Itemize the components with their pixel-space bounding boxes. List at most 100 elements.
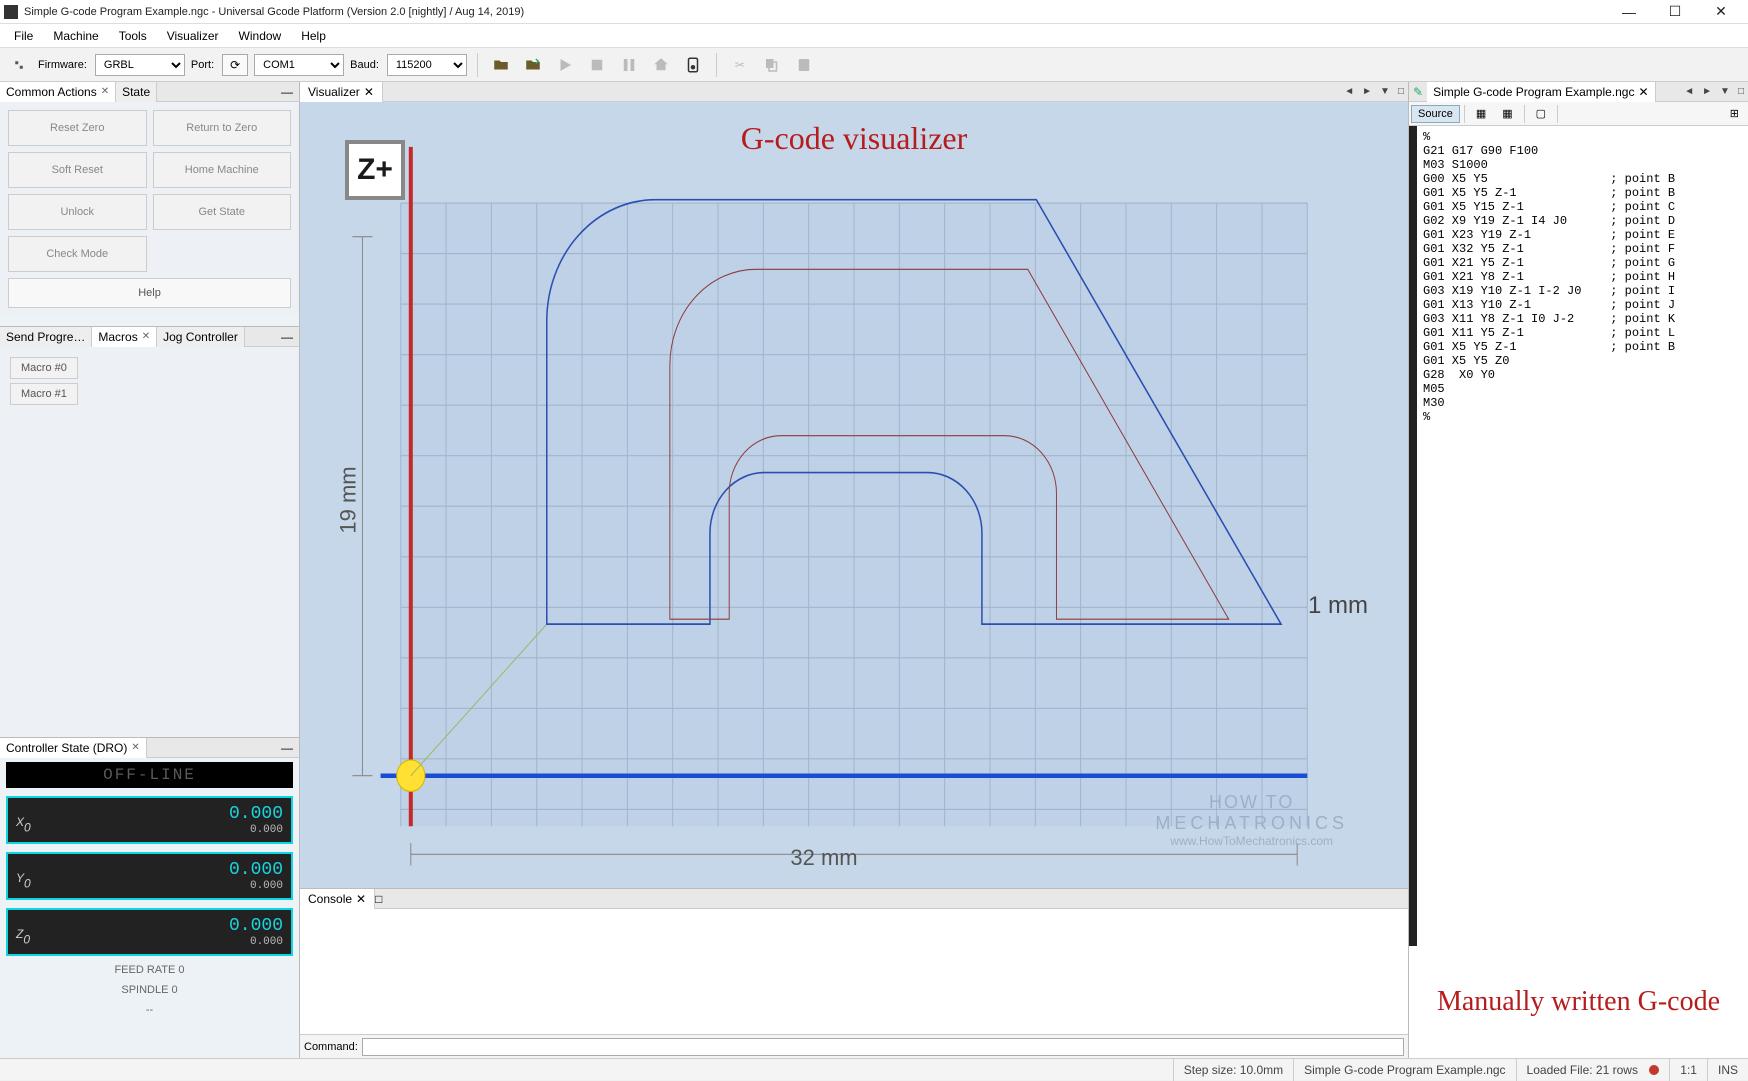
return-to-zero-button[interactable]: Return to Zero bbox=[153, 110, 292, 146]
macro-1-button[interactable]: Macro #1 bbox=[10, 383, 78, 405]
baud-label: Baud: bbox=[350, 59, 379, 71]
window-close-button[interactable]: ✕ bbox=[1698, 1, 1744, 23]
dro-z-row[interactable]: Z0 0.0000.000 bbox=[6, 908, 293, 956]
tab-console[interactable]: Console✕ bbox=[300, 889, 375, 909]
copy-icon[interactable] bbox=[759, 52, 785, 78]
tab-dropdown-icon[interactable]: ▼ bbox=[1376, 86, 1394, 97]
z-plus-button[interactable]: Z+ bbox=[345, 140, 405, 200]
tab-nav-prev-icon[interactable]: ◄ bbox=[1680, 86, 1698, 97]
close-icon[interactable]: ✕ bbox=[356, 892, 366, 906]
home-icon[interactable] bbox=[648, 52, 674, 78]
tab-jog-controller[interactable]: Jog Controller bbox=[157, 327, 245, 347]
command-input[interactable] bbox=[362, 1038, 1404, 1056]
port-label: Port: bbox=[191, 59, 214, 71]
editor-btn-2[interactable]: ▦ bbox=[1495, 104, 1519, 123]
close-icon[interactable]: ✕ bbox=[131, 742, 139, 753]
gcode-editor[interactable]: % G21 G17 G90 F100 M03 S1000 G00 X5 Y5 ;… bbox=[1409, 126, 1748, 946]
editor-btn-3[interactable]: ▢ bbox=[1529, 104, 1553, 123]
pendant-icon[interactable] bbox=[680, 52, 706, 78]
dimension-x-label: 32 mm bbox=[400, 838, 1248, 878]
cut-icon[interactable]: ✂ bbox=[727, 52, 753, 78]
window-title: Simple G-code Program Example.ngc - Univ… bbox=[24, 6, 1606, 18]
paste-icon[interactable] bbox=[791, 52, 817, 78]
status-bar: Step size: 10.0mm Simple G-code Program … bbox=[0, 1058, 1748, 1080]
dro-x-row[interactable]: X0 0.0000.000 bbox=[6, 796, 293, 844]
tab-maximize-icon[interactable]: □ bbox=[375, 892, 382, 906]
firmware-select[interactable]: GRBL bbox=[95, 54, 185, 76]
connect-icon[interactable] bbox=[6, 52, 32, 78]
visualizer-canvas[interactable]: G-code visualizer Z+ 19 mm 32 mm 1 mm HO… bbox=[300, 102, 1408, 888]
tab-state[interactable]: State bbox=[116, 82, 157, 102]
tab-macros[interactable]: Macros✕ bbox=[92, 327, 157, 347]
port-select[interactable]: COM1 bbox=[254, 54, 344, 76]
main-toolbar: Firmware: GRBL Port: ⟳ COM1 Baud: 115200… bbox=[0, 48, 1748, 82]
panel-minimize-button[interactable]: — bbox=[275, 741, 299, 755]
close-icon[interactable]: ✕ bbox=[101, 86, 109, 97]
play-icon[interactable] bbox=[552, 52, 578, 78]
dro-dash: -- bbox=[0, 1000, 299, 1020]
status-insert-mode: INS bbox=[1707, 1059, 1748, 1081]
reset-zero-button[interactable]: Reset Zero bbox=[8, 110, 147, 146]
pause-icon[interactable] bbox=[616, 52, 642, 78]
unlock-button[interactable]: Unlock bbox=[8, 194, 147, 230]
stop-icon[interactable] bbox=[584, 52, 610, 78]
macro-0-button[interactable]: Macro #0 bbox=[10, 357, 78, 379]
app-icon bbox=[4, 5, 18, 19]
tab-nav-prev-icon[interactable]: ◄ bbox=[1340, 86, 1358, 97]
check-mode-button[interactable]: Check Mode bbox=[8, 236, 147, 272]
window-maximize-button[interactable]: ☐ bbox=[1652, 1, 1698, 23]
soft-reset-button[interactable]: Soft Reset bbox=[8, 152, 147, 188]
tab-controller-state-dro[interactable]: Controller State (DRO)✕ bbox=[0, 738, 147, 758]
menu-help[interactable]: Help bbox=[291, 29, 336, 43]
axis-unit-label: 1 mm bbox=[1308, 592, 1368, 620]
editor-expand-button[interactable]: ⊞ bbox=[1723, 104, 1746, 123]
close-icon[interactable]: ✕ bbox=[1638, 85, 1648, 99]
visualizer-svg bbox=[300, 102, 1408, 888]
status-step-size: Step size: 10.0mm bbox=[1173, 1059, 1293, 1081]
visualizer-overlay-title: G-code visualizer bbox=[741, 120, 968, 157]
window-minimize-button[interactable]: — bbox=[1606, 1, 1652, 23]
panel-minimize-button[interactable]: — bbox=[275, 330, 299, 344]
tab-send-progress[interactable]: Send Progre… bbox=[0, 327, 92, 347]
tab-nav-next-icon[interactable]: ► bbox=[1698, 86, 1716, 97]
home-machine-button[interactable]: Home Machine bbox=[153, 152, 292, 188]
menu-bar: File Machine Tools Visualizer Window Hel… bbox=[0, 24, 1748, 48]
status-file-name: Simple G-code Program Example.ngc bbox=[1293, 1059, 1515, 1081]
tab-common-actions[interactable]: Common Actions✕ bbox=[0, 82, 116, 102]
panel-minimize-button[interactable]: — bbox=[275, 85, 299, 99]
tab-dropdown-icon[interactable]: ▼ bbox=[1716, 86, 1734, 97]
menu-visualizer[interactable]: Visualizer bbox=[157, 29, 229, 43]
menu-file[interactable]: File bbox=[4, 29, 43, 43]
command-label: Command: bbox=[304, 1041, 358, 1053]
help-button[interactable]: Help bbox=[8, 278, 291, 308]
window-titlebar: Simple G-code Program Example.ngc - Univ… bbox=[0, 0, 1748, 24]
tab-visualizer[interactable]: Visualizer✕ bbox=[300, 82, 383, 102]
close-icon[interactable]: ✕ bbox=[142, 331, 150, 342]
source-view-button[interactable]: Source bbox=[1411, 105, 1460, 123]
baud-select[interactable]: 115200 bbox=[387, 54, 467, 76]
watermark: HOW TO MECHATRONICS www.HowToMechatronic… bbox=[1155, 792, 1348, 848]
dro-y-row[interactable]: Y0 0.0000.000 bbox=[6, 852, 293, 900]
status-dot-icon bbox=[1649, 1065, 1659, 1075]
editor-btn-1[interactable]: ▦ bbox=[1469, 104, 1493, 123]
tab-nav-next-icon[interactable]: ► bbox=[1358, 86, 1376, 97]
feed-rate-label: FEED RATE 0 bbox=[0, 960, 299, 980]
console-output[interactable] bbox=[300, 909, 1408, 1034]
port-refresh-button[interactable]: ⟳ bbox=[222, 54, 248, 76]
right-overlay-annotation: Manually written G-code bbox=[1427, 986, 1730, 1018]
tab-maximize-icon[interactable]: □ bbox=[1394, 86, 1408, 97]
tab-gcode-file[interactable]: Simple G-code Program Example.ngc✕ bbox=[1427, 82, 1655, 102]
get-state-button[interactable]: Get State bbox=[153, 194, 292, 230]
status-loaded-rows: Loaded File: 21 rows bbox=[1516, 1059, 1670, 1081]
menu-tools[interactable]: Tools bbox=[109, 29, 157, 43]
spindle-label: SPINDLE 0 bbox=[0, 980, 299, 1000]
dro-status: OFF-LINE bbox=[6, 762, 293, 788]
close-icon[interactable]: ✕ bbox=[364, 85, 374, 99]
menu-window[interactable]: Window bbox=[229, 29, 292, 43]
menu-machine[interactable]: Machine bbox=[43, 29, 108, 43]
save-file-icon[interactable] bbox=[520, 52, 546, 78]
open-file-icon[interactable] bbox=[488, 52, 514, 78]
tab-maximize-icon[interactable]: □ bbox=[1734, 86, 1748, 97]
edit-icon: ✎ bbox=[1409, 85, 1427, 99]
dimension-y-label: 19 mm bbox=[336, 466, 362, 533]
